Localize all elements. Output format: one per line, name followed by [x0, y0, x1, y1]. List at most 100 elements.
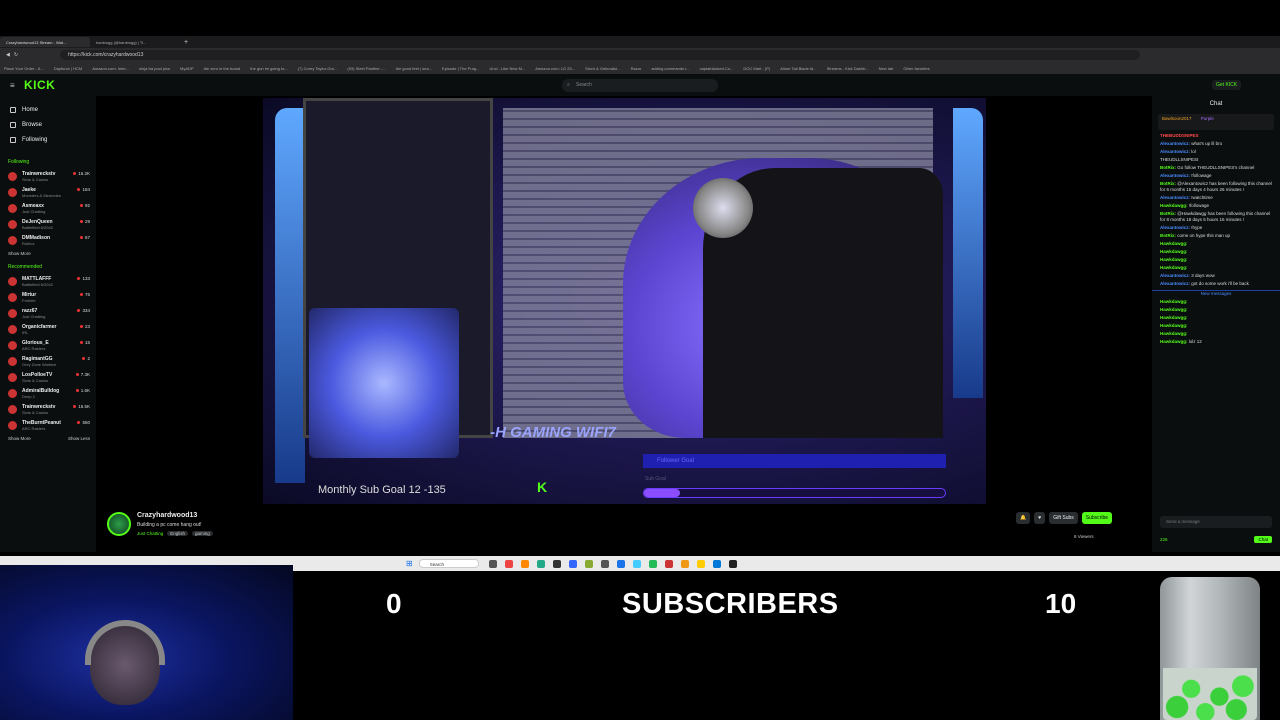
bookmark[interactable]: Razor — [631, 66, 642, 71]
chat-username[interactable]: BotRix: — [1160, 211, 1176, 216]
back-icon[interactable]: ◀ — [6, 52, 10, 58]
chat-username[interactable]: Alexantowicz: — [1160, 173, 1190, 178]
chat-send-button[interactable]: Chat — [1254, 536, 1272, 543]
chat-username[interactable]: Hawkdawgg: — [1160, 265, 1188, 270]
chat-username[interactable]: BotRix: — [1160, 233, 1176, 238]
app-icon[interactable] — [520, 559, 529, 568]
app-icon[interactable] — [680, 559, 689, 568]
chat-username[interactable]: Hawkdawgg: — [1160, 331, 1188, 336]
bookmark[interactable]: DOC Mart - (P) — [743, 66, 770, 71]
nav-home[interactable]: Home — [0, 102, 96, 117]
stream-tag[interactable]: gaming — [192, 531, 213, 536]
app-icon[interactable] — [728, 559, 737, 568]
taskview-icon[interactable] — [488, 559, 497, 568]
show-less-button[interactable]: Show Less — [68, 436, 90, 441]
app-icon[interactable] — [504, 559, 513, 568]
edge-icon[interactable] — [712, 559, 721, 568]
bookmark[interactable]: captainkicked.Co... — [700, 66, 734, 71]
refresh-icon[interactable]: ↻ — [14, 52, 18, 58]
bookmark[interactable]: Uncl - Like New M... — [489, 66, 525, 71]
app-icon[interactable] — [536, 559, 545, 568]
bookmark[interactable]: Episode | The Purg... — [442, 66, 479, 71]
bookmark[interactable]: MyADP — [180, 66, 194, 71]
search-input[interactable]: ⌕ Search — [562, 79, 718, 92]
channel-item[interactable]: Asmeaxx Just Chatting 92 — [0, 200, 96, 216]
bookmark[interactable]: Sincir & Gekuraful... — [585, 66, 621, 71]
bookmark[interactable]: adding commands t... — [651, 66, 689, 71]
subscribe-button[interactable]: Subscribe — [1081, 512, 1113, 524]
show-more-button[interactable]: Show More — [8, 436, 31, 441]
app-icon[interactable] — [632, 559, 641, 568]
chat-username[interactable]: Alexantowicz: — [1160, 195, 1190, 200]
bookmark[interactable]: Dayforce | HCM — [54, 66, 82, 71]
app-icon[interactable] — [664, 559, 673, 568]
chat-username[interactable]: Hawkdawgg: — [1160, 203, 1188, 208]
bookmark[interactable]: Amazon.com: LG 25... — [535, 66, 575, 71]
url-input[interactable]: https://kick.com/crazyhardwood13 — [60, 50, 1141, 60]
channel-item[interactable]: Trainwreckstv Slots & Casino 16.2K — [0, 168, 96, 184]
channel-item[interactable]: DMMadison Roblox 67 — [0, 232, 96, 248]
bookmark[interactable]: (93) Steel Panther -... — [347, 66, 385, 71]
nav-following[interactable]: Following — [0, 132, 96, 147]
bookmark[interactable]: New tab — [879, 66, 894, 71]
chat-username[interactable]: Alexantowicz: — [1160, 149, 1190, 154]
chat-username[interactable]: Alexantowicz: — [1160, 273, 1190, 278]
chat-username[interactable]: Hawkdawgg: — [1160, 257, 1188, 262]
chat-username[interactable]: BotRix: — [1160, 165, 1176, 170]
channel-item[interactable]: LosPolloeTV Slots & Casino 7.3K — [0, 369, 96, 385]
channel-item[interactable]: razz67 Just Chatting 334 — [0, 305, 96, 321]
stream-category[interactable]: Just Chatting — [137, 531, 163, 536]
app-icon[interactable] — [584, 559, 593, 568]
app-icon[interactable] — [648, 559, 657, 568]
video-player[interactable]: -H GAMING WIFI7 — [263, 98, 986, 504]
kick-logo[interactable]: KICK — [24, 78, 55, 92]
chat-username[interactable]: Hawkdawgg: — [1160, 315, 1188, 320]
channel-item[interactable]: MATTLAFFF Battlefield 6/2042 133 — [0, 273, 96, 289]
bookmark[interactable]: Place Your Order - A... — [4, 66, 44, 71]
taskbar-search[interactable]: Search — [418, 559, 479, 568]
channel-item[interactable]: AdmiralBulldog Deep 2 1.6K — [0, 385, 96, 401]
chat-username[interactable]: Alexantowicz: — [1160, 281, 1190, 286]
channel-item[interactable]: Glorious_E ARC Raiders 15 — [0, 337, 96, 353]
chat-input[interactable]: Send a message — [1160, 516, 1272, 528]
get-kick-button[interactable]: Get KICK — [1212, 80, 1242, 90]
chat-username[interactable]: THEBUDDSNIPES — [1160, 133, 1199, 138]
chat-username[interactable]: BotRix: — [1160, 181, 1176, 186]
chat-username[interactable]: Alexantowicz: — [1160, 225, 1190, 230]
bookmark[interactable]: Amazon.com: Inter... — [92, 66, 129, 71]
chat-username[interactable]: Hawkdawgg: — [1160, 307, 1188, 312]
bookmark[interactable]: the good feet | sea... — [396, 66, 432, 71]
bookmark[interactable]: Streams - Kick Dashb... — [827, 66, 869, 71]
stream-tag[interactable]: English — [167, 531, 189, 536]
chat-username[interactable]: Alexantowicz: — [1160, 141, 1190, 146]
app-icon[interactable] — [616, 559, 625, 568]
channel-item[interactable]: RagimantGG Grey Zone Warfare 2 — [0, 353, 96, 369]
browser-tab-kick[interactable]: Crazyhardwood13 Stream - Wat... — [0, 37, 90, 47]
channel-item[interactable]: DeJenQueen Battlefield 6/2042 29 — [0, 216, 96, 232]
bookmark[interactable]: ninja tra pool pics — [139, 66, 170, 71]
channel-item[interactable]: TheBurntPeanut ARC Raiders 550 — [0, 417, 96, 433]
app-icon[interactable] — [568, 559, 577, 568]
chat-username[interactable]: Hawkdawgg: — [1160, 323, 1188, 328]
chat-username[interactable]: Hawkdawgg: — [1160, 339, 1188, 344]
bookmark[interactable]: the zero in the board — [204, 66, 241, 71]
bookmark[interactable]: (7) Corey Taylor-Gro... — [298, 66, 338, 71]
channel-item[interactable]: Organicfarmer IRL 23 — [0, 321, 96, 337]
channel-item[interactable]: Mirtur Fortnite 75 — [0, 289, 96, 305]
chrome-icon[interactable] — [696, 559, 705, 568]
streamer-name[interactable]: Crazyhardwood13 — [137, 512, 197, 519]
new-tab-icon[interactable]: + — [184, 39, 188, 46]
other-favorites[interactable]: Other favorites — [903, 66, 929, 71]
heart-follow-icon[interactable]: ♥ — [1034, 512, 1046, 524]
menu-icon[interactable]: ≡ — [10, 81, 15, 90]
gift-subs-button[interactable]: Gift Subs — [1049, 512, 1078, 524]
streamer-avatar[interactable] — [107, 512, 131, 536]
channel-item[interactable]: Jaeke Monsters & Memories 184 — [0, 184, 96, 200]
chat-username[interactable]: Hawkdawgg: — [1160, 299, 1188, 304]
windows-start-icon[interactable]: ⊞ — [406, 559, 413, 568]
chat-username[interactable]: Hawkdawgg: — [1160, 249, 1188, 254]
app-icon[interactable] — [552, 559, 561, 568]
bookmark[interactable]: the gun im going to... — [250, 66, 287, 71]
channel-item[interactable]: Trainwreckstv Slots & Casino 16.5K — [0, 401, 96, 417]
chat-username[interactable]: Hawkdawgg: — [1160, 241, 1188, 246]
